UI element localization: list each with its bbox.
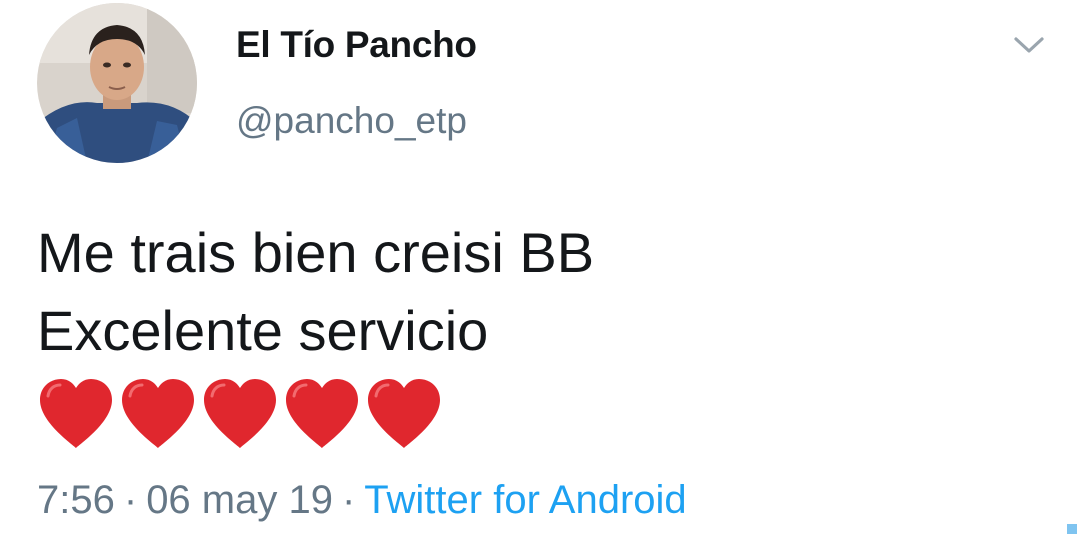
avatar[interactable]	[37, 3, 197, 163]
emoji-row	[38, 378, 442, 450]
heart-emoji-icon	[204, 379, 276, 448]
heart-emoji-icon	[122, 379, 194, 448]
tweet-text: Me trais bien creisi BB Excelente servic…	[37, 214, 1037, 370]
tweet-metadata: 7:56 · 06 may 19 · Twitter for Android	[37, 478, 687, 523]
meta-separator: ·	[123, 478, 138, 522]
chevron-down-icon[interactable]	[1012, 30, 1046, 60]
profile-photo	[37, 3, 197, 163]
meta-separator: ·	[341, 478, 356, 522]
author-display-name[interactable]: El Tío Pancho	[236, 24, 477, 66]
tweet-source-link[interactable]: Twitter for Android	[364, 478, 686, 522]
heart-emoji-icon	[368, 379, 440, 448]
tweet-text-line: Me trais bien creisi BB	[37, 221, 595, 284]
tweet-text-line: Excelente servicio	[37, 299, 489, 362]
heart-emoji-icon	[286, 379, 358, 448]
tweet-card: El Tío Pancho @pancho_etp Me trais bien …	[0, 0, 1080, 537]
author-handle[interactable]: @pancho_etp	[236, 100, 467, 142]
tweet-date[interactable]: 06 may 19	[146, 478, 333, 522]
heart-emoji-icon	[40, 379, 112, 448]
tweet-time[interactable]: 7:56	[37, 478, 115, 522]
scroll-indicator	[1067, 524, 1077, 534]
